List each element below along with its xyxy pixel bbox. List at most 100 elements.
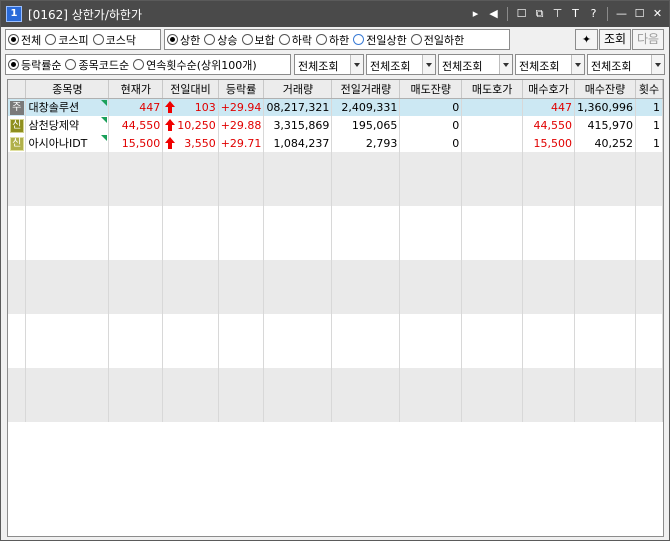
radio-dot bbox=[45, 34, 57, 45]
empty-cell bbox=[162, 296, 219, 314]
cell-rate: +29.71 bbox=[218, 134, 265, 152]
limit-radio-rise[interactable]: 상승 bbox=[204, 32, 238, 48]
empty-cell bbox=[399, 278, 463, 296]
stock-name[interactable]: 대창솔루션 bbox=[28, 101, 79, 114]
header-rate[interactable]: 등락률 bbox=[218, 80, 265, 99]
play-icon[interactable]: ▸ bbox=[468, 6, 483, 22]
radio-dot bbox=[133, 59, 145, 70]
empty-cell bbox=[8, 368, 27, 386]
header-volume[interactable]: 거래량 bbox=[263, 80, 333, 99]
close-icon[interactable]: ✕ bbox=[650, 6, 665, 22]
next-button[interactable]: 다음 bbox=[632, 29, 664, 50]
stock-table: 종목명 현재가 전일대비 등락률 거래량 전일거래량 매도잔량 매도호가 매수호… bbox=[8, 80, 663, 422]
filter-combo-3[interactable]: 전체조회 bbox=[438, 54, 513, 75]
empty-cell bbox=[461, 386, 524, 404]
cell-prev-volume: 2,409,331 bbox=[331, 98, 401, 116]
header-change[interactable]: 전일대비 bbox=[162, 80, 219, 99]
empty-cell bbox=[574, 278, 636, 296]
empty-cell bbox=[635, 386, 663, 404]
market-radio-kosdaq[interactable]: 코스닥 bbox=[92, 32, 136, 48]
table-row[interactable]: 신 삼천당제약 44,550 10,250 +29.88 3,315,869 195,065… bbox=[8, 116, 663, 134]
empty-cell bbox=[8, 350, 27, 368]
cell-bid-qty: 40,252 bbox=[574, 134, 636, 152]
sort-radio-rate[interactable]: 등락률순 bbox=[8, 57, 61, 73]
settings-icon[interactable]: ✦ bbox=[575, 29, 598, 50]
empty-cell bbox=[8, 188, 27, 206]
empty-cell bbox=[331, 314, 401, 332]
empty-cell bbox=[399, 206, 463, 224]
limit-radio-flat[interactable]: 보합 bbox=[241, 32, 275, 48]
filter-combo-5[interactable]: 전체조회 bbox=[587, 54, 665, 75]
chevron-down-icon[interactable] bbox=[422, 55, 435, 74]
market-radio-kospi[interactable]: 코스피 bbox=[45, 32, 89, 48]
filter-combo-2[interactable]: 전체조회 bbox=[366, 54, 436, 75]
empty-cell bbox=[162, 152, 219, 170]
empty-cell bbox=[108, 188, 164, 206]
header-price[interactable]: 현재가 bbox=[108, 80, 164, 99]
cell-change: 3,550 bbox=[162, 134, 219, 152]
table-row[interactable]: 신 아시아나IDT 15,500 3,550 +29.71 1,084,237 2,793 0… bbox=[8, 134, 663, 152]
header-ask-price[interactable]: 매도호가 bbox=[461, 80, 524, 99]
sort-radio-consecutive[interactable]: 연속횟수순(상위100개) bbox=[133, 57, 257, 73]
stock-grid[interactable]: 종목명 현재가 전일대비 등락률 거래량 전일거래량 매도잔량 매도호가 매수호… bbox=[7, 79, 664, 537]
empty-cell bbox=[399, 242, 463, 260]
empty-cell bbox=[574, 242, 636, 260]
table-row[interactable]: 주 대창솔루션 447 103 +29.94 08,217,321 2,409,331 0 44… bbox=[8, 98, 663, 116]
stock-name[interactable]: 아시아나IDT bbox=[28, 137, 87, 150]
search-button[interactable]: 조회 bbox=[599, 29, 631, 50]
empty-cell bbox=[331, 278, 401, 296]
limit-radio-fall[interactable]: 하락 bbox=[278, 32, 312, 48]
header-bid-qty[interactable]: 매수잔량 bbox=[574, 80, 636, 99]
window-mode-icon[interactable]: ☐ bbox=[514, 6, 529, 22]
empty-cell bbox=[218, 170, 265, 188]
empty-cell bbox=[461, 188, 524, 206]
help-icon[interactable]: ? bbox=[586, 6, 601, 22]
empty-cell bbox=[399, 404, 463, 422]
pin-icon[interactable]: ⊤ bbox=[550, 6, 565, 22]
limit-radio-prev-lower[interactable]: 전일하한 bbox=[410, 32, 464, 48]
filter-combo-1[interactable]: 전체조회 bbox=[294, 54, 364, 75]
separator bbox=[507, 7, 508, 21]
empty-cell bbox=[8, 206, 27, 224]
empty-cell bbox=[331, 368, 401, 386]
sort-radio-code[interactable]: 종목코드순 bbox=[65, 57, 129, 73]
empty-cell bbox=[331, 188, 401, 206]
header-prev-volume[interactable]: 전일거래량 bbox=[331, 80, 401, 99]
minimize-icon[interactable]: — bbox=[614, 6, 629, 22]
header-name[interactable]: 종목명 bbox=[25, 80, 110, 99]
title-bar[interactable]: 1 [0162] 상한가/하한가 ▸ ◀ ☐ ⧉ ⊤ T ? — ☐ ✕ bbox=[1, 1, 669, 27]
maximize-icon[interactable]: ☐ bbox=[632, 6, 647, 22]
radio-dot bbox=[204, 34, 216, 45]
empty-cell bbox=[162, 170, 219, 188]
empty-cell bbox=[461, 332, 524, 350]
limit-radio-lower[interactable]: 하한 bbox=[316, 32, 349, 48]
empty-cell bbox=[162, 386, 219, 404]
empty-cell bbox=[108, 386, 164, 404]
window-title: [0162] 상한가/하한가 bbox=[28, 8, 143, 22]
empty-cell bbox=[399, 350, 463, 368]
limit-radio-upper[interactable]: 상한 bbox=[167, 32, 200, 48]
chevron-down-icon[interactable] bbox=[571, 55, 584, 74]
empty-cell bbox=[263, 368, 333, 386]
market-radio-all[interactable]: 전체 bbox=[8, 32, 41, 48]
empty-cell bbox=[108, 152, 164, 170]
limit-radio-prev-upper[interactable]: 전일상한 bbox=[353, 32, 407, 48]
chevron-down-icon[interactable] bbox=[350, 55, 363, 74]
text-size-icon[interactable]: T bbox=[568, 6, 583, 22]
empty-cell bbox=[162, 224, 219, 242]
chevron-down-icon[interactable] bbox=[499, 55, 512, 74]
arrow-left-icon[interactable]: ◀ bbox=[486, 6, 501, 22]
empty-cell bbox=[263, 188, 333, 206]
chevron-down-icon[interactable] bbox=[651, 55, 664, 74]
empty-row bbox=[8, 332, 663, 350]
empty-cell bbox=[635, 332, 663, 350]
header-bid-price[interactable]: 매수호가 bbox=[522, 80, 575, 99]
header-ask-qty[interactable]: 매도잔량 bbox=[399, 80, 463, 99]
empty-cell bbox=[25, 386, 110, 404]
empty-row bbox=[8, 170, 663, 188]
copy-window-icon[interactable]: ⧉ bbox=[532, 6, 547, 22]
filter-combo-4[interactable]: 전체조회 bbox=[515, 54, 585, 75]
header-count[interactable]: 횟수 bbox=[635, 80, 663, 99]
stock-name[interactable]: 삼천당제약 bbox=[28, 119, 79, 132]
empty-cell bbox=[25, 224, 110, 242]
